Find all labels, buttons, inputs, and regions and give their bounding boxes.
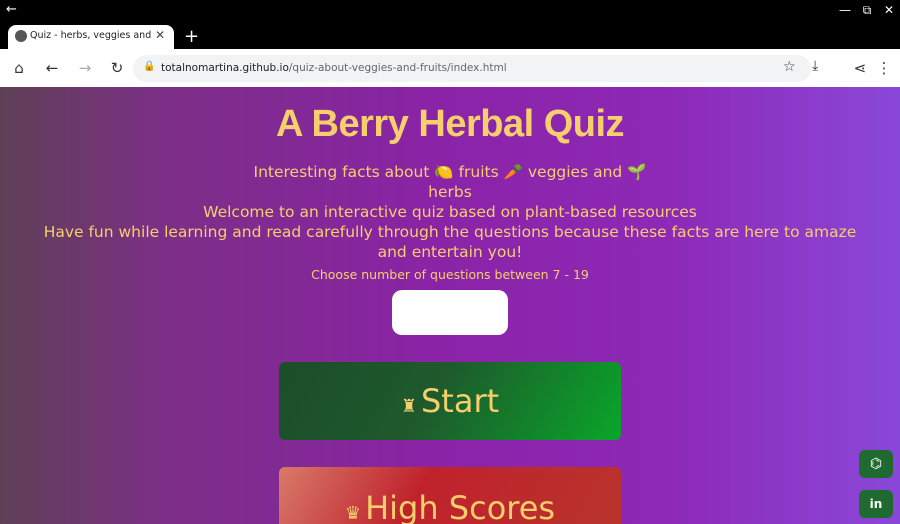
seedling-icon: 🌱: [627, 163, 647, 181]
forward-icon[interactable]: →: [76, 59, 94, 77]
crown-icon: ♛: [344, 503, 362, 524]
high-scores-button[interactable]: ♛ High Scores: [279, 467, 621, 524]
window-titlebar: ← — ⧉ ✕: [0, 0, 900, 24]
intro-part4: herbs: [428, 183, 472, 201]
start-label: Start: [420, 382, 500, 420]
browser-toolbar: ⌂ ← → ↻ 🔒 totalnomartina.github.io/quiz-…: [0, 49, 900, 87]
share-icon[interactable]: ⋖: [851, 59, 869, 77]
lemon-icon: 🍋: [434, 163, 454, 181]
quiz-page: A Berry Herbal Quiz Interesting facts ab…: [0, 87, 900, 524]
tab-quiz[interactable]: Quiz - herbs, veggies and fruits ✕: [8, 25, 174, 49]
url-path: /quiz-about-veggies-and-fruits/index.htm…: [288, 62, 507, 74]
bookmark-star-icon[interactable]: ☆: [783, 59, 796, 75]
home-icon[interactable]: ⌂: [10, 59, 28, 77]
address-bar[interactable]: 🔒 totalnomartina.github.io/quiz-about-ve…: [133, 55, 811, 82]
welcome-text: Welcome to an interactive quiz based on …: [203, 203, 697, 221]
question-count-input[interactable]: [392, 290, 508, 335]
restore-icon[interactable]: ⧉: [860, 3, 874, 18]
reload-icon[interactable]: ↻: [108, 59, 126, 77]
intro-facts-line: Interesting facts about 🍋 fruits 🥕 veggi…: [246, 162, 654, 202]
url-host: totalnomartina.github.io: [161, 62, 289, 74]
rook-icon: ♜: [400, 396, 417, 417]
github-icon: ⌬: [869, 456, 883, 472]
page-title: A Berry Herbal Quiz: [275, 103, 625, 145]
question-count-label: Choose number of questions between 7 - 1…: [311, 267, 589, 282]
tab-strip: Quiz - herbs, veggies and fruits ✕ +: [0, 24, 900, 49]
lock-icon: 🔒: [143, 61, 156, 72]
download-icon[interactable]: ⤓: [812, 58, 818, 74]
titlebar-back-icon[interactable]: ←: [6, 2, 17, 17]
intro-part2: fruits: [453, 163, 504, 181]
window-close-icon[interactable]: ✕: [882, 3, 896, 17]
high-scores-label: High Scores: [365, 489, 556, 524]
url-text[interactable]: totalnomartina.github.io/quiz-about-vegg…: [161, 62, 507, 74]
tab-close-icon[interactable]: ✕: [155, 28, 165, 42]
start-button[interactable]: ♜ Start: [279, 362, 621, 440]
back-icon[interactable]: ←: [43, 59, 61, 77]
tab-title: Quiz - herbs, veggies and fruits: [30, 30, 154, 41]
carrot-icon: 🥕: [503, 163, 523, 181]
github-button[interactable]: ⌬: [859, 450, 893, 478]
minimize-icon[interactable]: —: [838, 3, 852, 17]
new-tab-icon[interactable]: +: [184, 26, 199, 47]
globe-icon: [15, 30, 27, 42]
linkedin-button[interactable]: in: [859, 490, 893, 518]
linkedin-icon: in: [869, 497, 883, 511]
intro-part3: veggies and: [522, 163, 628, 181]
intro-part1: Interesting facts about: [253, 163, 435, 181]
have-fun-text: Have fun while learning and read careful…: [43, 223, 857, 261]
menu-icon[interactable]: ⋮: [875, 59, 893, 77]
